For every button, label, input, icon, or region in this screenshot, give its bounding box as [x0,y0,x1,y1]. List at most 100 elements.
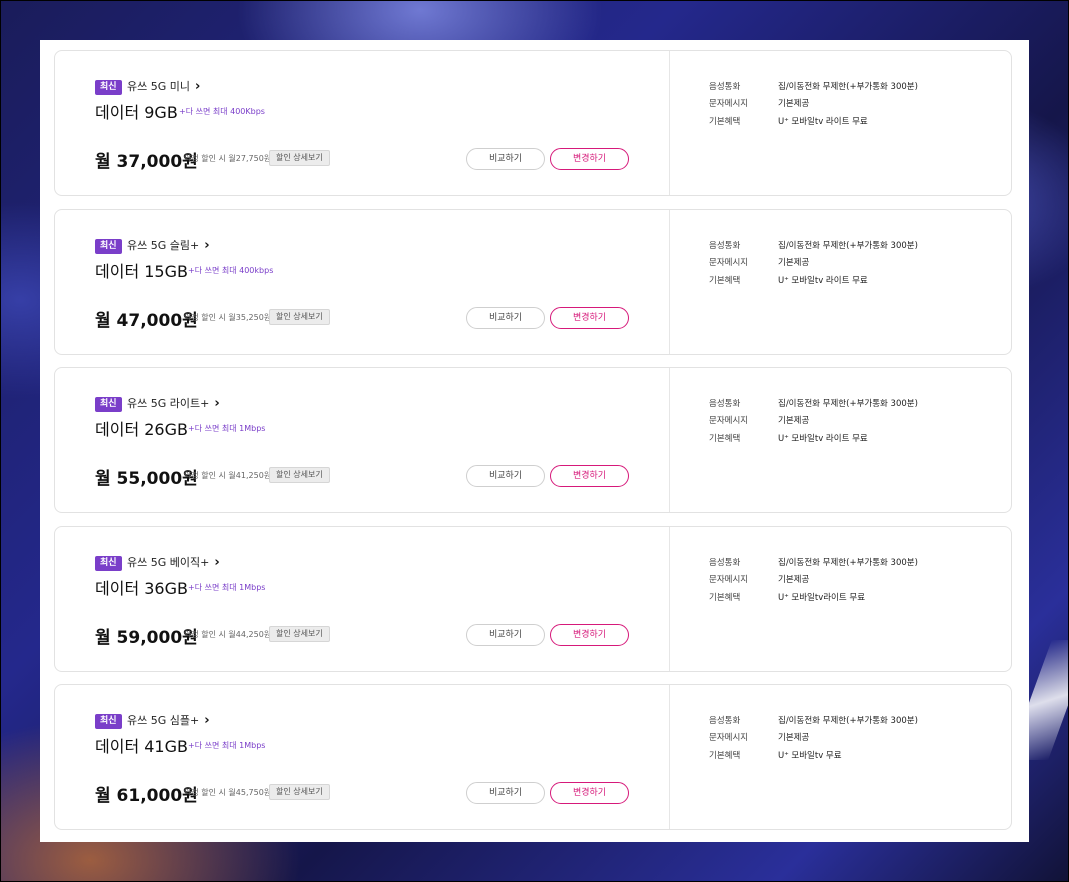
compare-button[interactable]: 비교하기 [466,307,545,329]
monthly-price: 월 55,000원 [95,469,198,489]
plan-name-link[interactable]: 유쓰 5G 심플+ › [127,712,210,728]
spec-row-benefit: 기본혜택 U⁺ 모바일tv 라이트 무료 [709,429,918,447]
plan-specs: 음성통화 집/이동전화 무제한(+부가통화 300분) 문자메시지 기본제공 기본혜… [709,394,918,447]
chevron-right-icon: › [214,554,220,570]
plan-specs: 음성통화 집/이동전화 무제한(+부가통화 300분) 문자메시지 기본제공 기본혜… [709,236,918,289]
data-speed-note: +다 쓰면 최대 1Mbps [188,424,266,433]
contract-discount-price: 약정 할인 시 월27,750원 [184,154,272,163]
data-speed-note: +다 쓰면 최대 400Kbps [179,107,265,116]
data-speed-note: +다 쓰면 최대 400kbps [188,266,274,275]
spec-key: 기본혜택 [709,433,741,444]
spec-value: 기본제공 [778,258,810,269]
plan-list-panel: 최신 유쓰 5G 미니 › 데이터 9GB +다 쓰면 최대 400Kbps 월… [40,40,1029,842]
chevron-right-icon: › [204,712,210,728]
spec-value: 기본제공 [778,733,810,744]
monthly-price: 월 47,000원 [95,311,198,331]
plan-card: 최신 유쓰 5G 심플+ › 데이터 41GB +다 쓰면 최대 1Mbps 월… [54,684,1012,830]
discount-detail-button[interactable]: 할인 상세보기 [269,784,330,800]
data-allowance: 데이터 26GB [95,420,188,439]
change-plan-button[interactable]: 변경하기 [550,782,629,804]
new-badge: 최신 [95,239,122,254]
spec-key: 문자메시지 [709,99,749,110]
card-divider [669,368,670,512]
spec-row-voice: 음성통화 집/이동전화 무제한(+부가통화 300분) [709,394,918,412]
plan-name-label: 유쓰 5G 심플+ [127,714,200,727]
spec-key: 문자메시지 [709,733,749,744]
data-allowance: 데이터 9GB [95,103,178,122]
chevron-right-icon: › [204,237,210,253]
spec-key: 음성통화 [709,81,741,92]
discount-detail-button[interactable]: 할인 상세보기 [269,467,330,483]
plan-summary: 최신 유쓰 5G 미니 › 데이터 9GB +다 쓰면 최대 400Kbps 월… [55,51,669,195]
new-badge: 최신 [95,397,122,412]
plan-name-link[interactable]: 유쓰 5G 슬림+ › [127,237,210,253]
spec-value: 기본제공 [778,416,810,427]
data-allowance: 데이터 41GB [95,737,188,756]
new-badge: 최신 [95,556,122,571]
plan-name-label: 유쓰 5G 라이트+ [127,397,210,410]
spec-row-sms: 문자메시지 기본제공 [709,95,918,113]
new-badge: 최신 [95,80,122,95]
change-plan-button[interactable]: 변경하기 [550,624,629,646]
chevron-right-icon: › [195,78,201,94]
plan-name-label: 유쓰 5G 미니 [127,80,190,93]
plan-name-label: 유쓰 5G 베이직+ [127,556,210,569]
spec-key: 문자메시지 [709,416,749,427]
spec-row-voice: 음성통화 집/이동전화 무제한(+부가통화 300분) [709,553,918,571]
plan-name-link[interactable]: 유쓰 5G 베이직+ › [127,554,220,570]
spec-row-benefit: 기본혜택 U⁺ 모바일tv 무료 [709,746,918,764]
compare-button[interactable]: 비교하기 [466,148,545,170]
contract-discount-price: 약정 할인 시 월44,250원 [184,630,272,639]
spec-key: 기본혜택 [709,592,741,603]
spec-value: U⁺ 모바일tv 라이트 무료 [778,433,868,444]
spec-row-sms: 문자메시지 기본제공 [709,412,918,430]
spec-key: 문자메시지 [709,575,749,586]
compare-button[interactable]: 비교하기 [466,465,545,487]
spec-row-sms: 문자메시지 기본제공 [709,571,918,589]
spec-row-benefit: 기본혜택 U⁺ 모바일tv라이트 무료 [709,588,918,606]
spec-value: 기본제공 [778,99,810,110]
card-divider [669,685,670,829]
plan-summary: 최신 유쓰 5G 슬림+ › 데이터 15GB +다 쓰면 최대 400kbps… [55,210,669,354]
plan-card: 최신 유쓰 5G 미니 › 데이터 9GB +다 쓰면 최대 400Kbps 월… [54,50,1012,196]
plan-name-link[interactable]: 유쓰 5G 라이트+ › [127,395,220,411]
change-plan-button[interactable]: 변경하기 [550,465,629,487]
data-speed-note: +다 쓰면 최대 1Mbps [188,741,266,750]
plan-specs: 음성통화 집/이동전화 무제한(+부가통화 300분) 문자메시지 기본제공 기본혜… [709,553,918,606]
plan-summary: 최신 유쓰 5G 라이트+ › 데이터 26GB +다 쓰면 최대 1Mbps … [55,368,669,512]
spec-row-voice: 음성통화 집/이동전화 무제한(+부가통화 300분) [709,711,918,729]
plan-name-label: 유쓰 5G 슬림+ [127,239,200,252]
monthly-price: 월 37,000원 [95,152,198,172]
plan-summary: 최신 유쓰 5G 베이직+ › 데이터 36GB +다 쓰면 최대 1Mbps … [55,527,669,671]
spec-value: 집/이동전화 무제한(+부가통화 300분) [778,240,918,251]
monthly-price: 월 61,000원 [95,786,198,806]
spec-value: 집/이동전화 무제한(+부가통화 300분) [778,398,918,409]
spec-value: U⁺ 모바일tv 라이트 무료 [778,116,868,127]
plan-card: 최신 유쓰 5G 베이직+ › 데이터 36GB +다 쓰면 최대 1Mbps … [54,526,1012,672]
discount-detail-button[interactable]: 할인 상세보기 [269,309,330,325]
spec-key: 기본혜택 [709,275,741,286]
spec-key: 기본혜택 [709,750,741,761]
discount-detail-button[interactable]: 할인 상세보기 [269,626,330,642]
discount-detail-button[interactable]: 할인 상세보기 [269,150,330,166]
plan-card: 최신 유쓰 5G 라이트+ › 데이터 26GB +다 쓰면 최대 1Mbps … [54,367,1012,513]
change-plan-button[interactable]: 변경하기 [550,307,629,329]
compare-button[interactable]: 비교하기 [466,782,545,804]
plan-name-link[interactable]: 유쓰 5G 미니 › [127,78,200,94]
new-badge: 최신 [95,714,122,729]
spec-value: U⁺ 모바일tv 무료 [778,750,842,761]
card-divider [669,527,670,671]
spec-value: 집/이동전화 무제한(+부가통화 300분) [778,715,918,726]
monthly-price: 월 59,000원 [95,628,198,648]
card-divider [669,210,670,354]
spec-row-benefit: 기본혜택 U⁺ 모바일tv 라이트 무료 [709,112,918,130]
change-plan-button[interactable]: 변경하기 [550,148,629,170]
spec-key: 문자메시지 [709,258,749,269]
spec-row-sms: 문자메시지 기본제공 [709,729,918,747]
compare-button[interactable]: 비교하기 [466,624,545,646]
chevron-right-icon: › [214,395,220,411]
contract-discount-price: 약정 할인 시 월41,250원 [184,471,272,480]
contract-discount-price: 약정 할인 시 월45,750원 [184,788,272,797]
spec-key: 음성통화 [709,240,741,251]
data-allowance: 데이터 15GB [95,262,188,281]
